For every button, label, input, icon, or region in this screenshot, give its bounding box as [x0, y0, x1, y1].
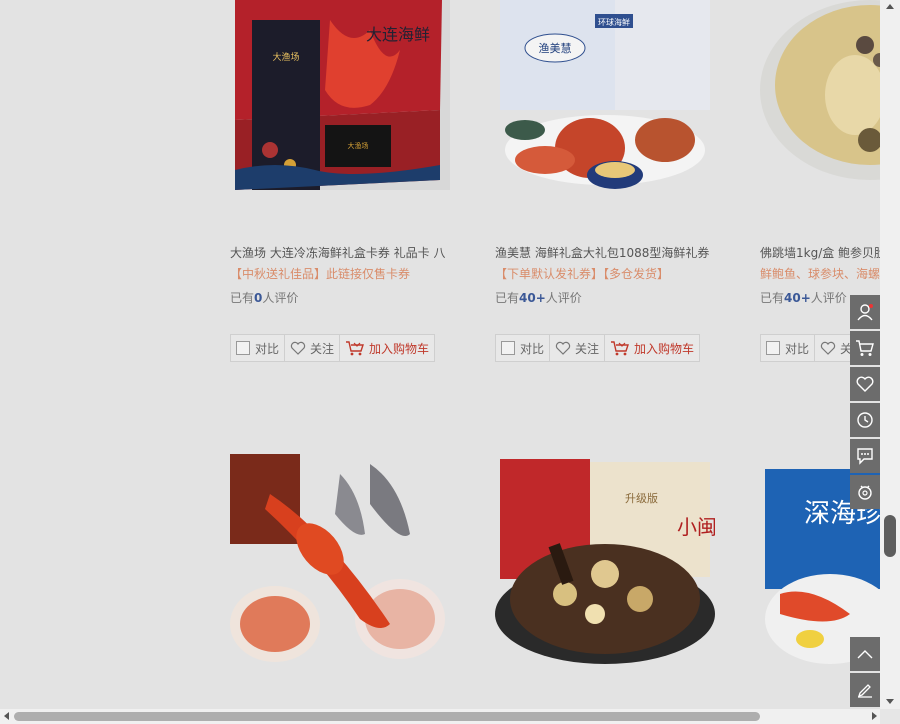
box-brand-text: 渔美慧: [539, 41, 572, 55]
compare-button[interactable]: 对比: [761, 335, 816, 361]
service-icon: [858, 485, 872, 500]
box-brand-text: 大渔场: [348, 141, 369, 150]
compare-button[interactable]: 对比: [231, 335, 286, 361]
scroll-down-arrow-icon[interactable]: [886, 699, 894, 704]
product-actions: 对比 关注 加入购物车: [230, 334, 436, 362]
product-actions: 对比 关注 加入购物车: [495, 334, 701, 362]
box-top-text: 升级版: [625, 491, 658, 505]
follow-button[interactable]: 关注: [550, 335, 606, 361]
heart-icon: [820, 341, 836, 355]
back-to-top-icon: [857, 650, 873, 659]
favorites-button[interactable]: [850, 367, 880, 401]
user-button[interactable]: [850, 295, 880, 329]
message-button[interactable]: [850, 439, 880, 473]
product-image[interactable]: 升级版 小闽: [495, 454, 715, 674]
heart-icon: [856, 376, 874, 392]
cart-icon: [611, 341, 630, 356]
box-brand-text: 大渔场: [272, 51, 299, 63]
horizontal-scrollbar[interactable]: [0, 709, 880, 724]
history-button[interactable]: [850, 403, 880, 437]
product-promo: 【中秋送礼佳品】此链接仅售卡券: [230, 267, 411, 281]
review-count: 已有0人评价: [230, 291, 299, 305]
scroll-up-arrow-icon[interactable]: [886, 4, 894, 9]
add-to-cart-button[interactable]: 加入购物车: [605, 335, 699, 361]
back-to-top-button[interactable]: [850, 637, 880, 671]
heart-icon: [290, 341, 306, 355]
history-icon: [857, 412, 873, 428]
user-icon: [857, 304, 873, 321]
product-image[interactable]: 大渔场 大渔场 大连海鲜: [230, 0, 450, 220]
scrollbar-thumb[interactable]: [884, 515, 896, 557]
product-image[interactable]: [760, 0, 880, 220]
product-promo: 鲜鲍鱼、球参块、海螺: [760, 267, 880, 281]
scroll-left-arrow-icon[interactable]: [4, 712, 9, 720]
box-title-text: 大连海鲜: [366, 25, 430, 44]
scrollbar-thumb[interactable]: [14, 712, 760, 721]
cart-icon: [856, 340, 874, 356]
box-tag-text: 环球海鲜: [598, 17, 630, 27]
box-title-text: 小闽: [677, 515, 715, 539]
checkbox-icon: [236, 341, 250, 355]
cart-icon: [346, 341, 365, 356]
product-grid: 大渔场 大渔场 大连海鲜 大渔场 大连冷冻海鲜礼盒卡券 礼品卡 八 【中秋送礼佳…: [0, 0, 880, 709]
checkbox-icon: [766, 341, 780, 355]
review-count: 已有40+人评价: [760, 291, 847, 305]
add-to-cart-button[interactable]: 加入购物车: [340, 335, 434, 361]
product-image[interactable]: 环球海鲜 渔美慧: [495, 0, 715, 220]
feedback-button[interactable]: [850, 673, 880, 707]
cart-button[interactable]: [850, 331, 880, 365]
product-name[interactable]: 渔美慧 海鲜礼盒大礼包1088型海鲜礼券: [495, 244, 710, 261]
product-promo: 【下单默认发礼券】【多仓发货】: [495, 267, 670, 281]
product-image[interactable]: [230, 454, 450, 674]
heart-icon: [555, 341, 571, 355]
service-button[interactable]: [850, 475, 880, 509]
checkbox-icon: [501, 341, 515, 355]
scrollbar-corner: [880, 709, 900, 724]
compare-button[interactable]: 对比: [496, 335, 551, 361]
product-name[interactable]: 大渔场 大连冷冻海鲜礼盒卡券 礼品卡 八: [230, 244, 445, 261]
feedback-icon: [857, 684, 872, 698]
product-name[interactable]: 佛跳墙1kg/盒 鲍参贝肚: [760, 244, 880, 261]
scroll-right-arrow-icon[interactable]: [872, 712, 877, 720]
message-icon: [857, 448, 873, 465]
vertical-scrollbar[interactable]: [880, 0, 900, 709]
follow-button[interactable]: 关注: [285, 335, 341, 361]
review-count: 已有40+人评价: [495, 291, 582, 305]
